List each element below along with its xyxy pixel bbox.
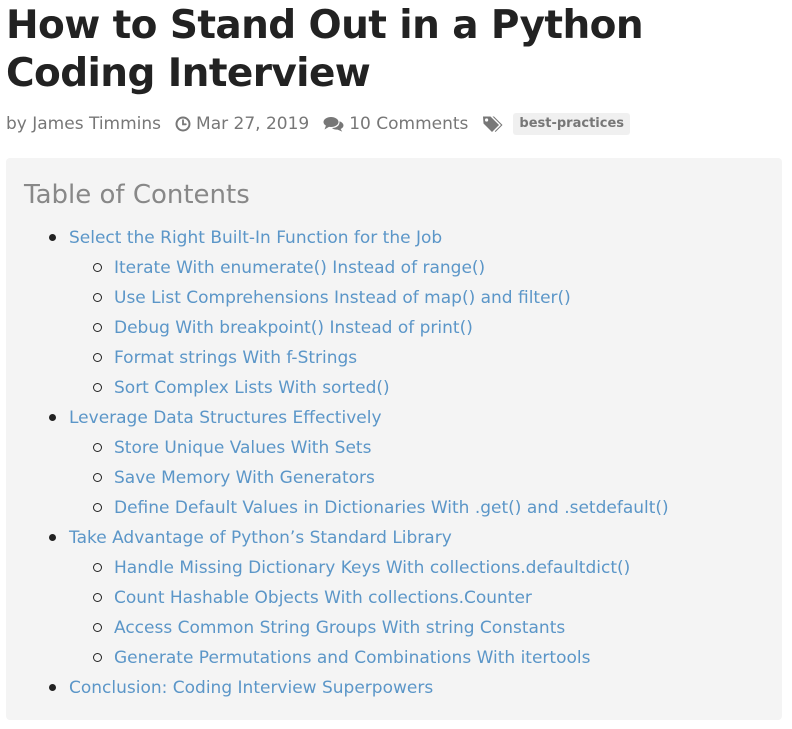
- toc-link[interactable]: Leverage Data Structures Effectively: [69, 408, 382, 428]
- toc-link[interactable]: Iterate With enumerate() Instead of rang…: [114, 258, 485, 278]
- publish-date: Mar 27, 2019: [196, 114, 310, 134]
- bullet-circle-icon: [93, 323, 102, 332]
- toc-list: Select the Right Built-In Function for t…: [6, 223, 782, 703]
- tags-icon: [482, 115, 504, 133]
- bullet-disc-icon: [49, 534, 56, 541]
- clock-icon: [175, 116, 191, 132]
- toc-link[interactable]: Format strings With f-Strings: [114, 348, 357, 368]
- tag-badge[interactable]: best-practices: [513, 113, 631, 135]
- table-of-contents: Table of Contents Select the Right Built…: [6, 158, 782, 720]
- toc-link[interactable]: Debug With breakpoint() Instead of print…: [114, 318, 473, 338]
- bullet-circle-icon: [93, 473, 102, 482]
- comments-link[interactable]: 10 Comments: [349, 114, 468, 134]
- toc-section: Leverage Data Structures Effectively: [6, 403, 782, 433]
- toc-section: Select the Right Built-In Function for t…: [6, 223, 782, 253]
- date-info: Mar 27, 2019: [175, 114, 309, 134]
- bullet-circle-icon: [93, 503, 102, 512]
- bullet-disc-icon: [49, 414, 56, 421]
- toc-link[interactable]: Sort Complex Lists With sorted(): [114, 378, 390, 398]
- toc-subsection: Sort Complex Lists With sorted(): [6, 373, 782, 403]
- toc-subsection: Iterate With enumerate() Instead of rang…: [6, 253, 782, 283]
- comments-info: 10 Comments: [323, 114, 468, 134]
- bullet-disc-icon: [49, 234, 56, 241]
- tags-info: best-practices: [482, 113, 631, 135]
- toc-link[interactable]: Count Hashable Objects With collections.…: [114, 588, 532, 608]
- toc-subsection: Debug With breakpoint() Instead of print…: [6, 313, 782, 343]
- comments-icon: [323, 116, 344, 132]
- toc-link[interactable]: Handle Missing Dictionary Keys With coll…: [114, 558, 630, 578]
- toc-link[interactable]: Take Advantage of Python’s Standard Libr…: [69, 528, 452, 548]
- toc-link[interactable]: Use List Comprehensions Instead of map()…: [114, 288, 571, 308]
- toc-subsection: Format strings With f-Strings: [6, 343, 782, 373]
- author-link[interactable]: by James Timmins: [6, 114, 161, 134]
- toc-subsection: Save Memory With Generators: [6, 463, 782, 493]
- bullet-circle-icon: [93, 563, 102, 572]
- bullet-circle-icon: [93, 293, 102, 302]
- toc-subsection: Count Hashable Objects With collections.…: [6, 583, 782, 613]
- bullet-circle-icon: [93, 593, 102, 602]
- toc-subsection: Store Unique Values With Sets: [6, 433, 782, 463]
- bullet-circle-icon: [93, 443, 102, 452]
- bullet-circle-icon: [93, 623, 102, 632]
- author-byline: by James Timmins: [6, 114, 161, 134]
- toc-subsection: Handle Missing Dictionary Keys With coll…: [6, 553, 782, 583]
- toc-link[interactable]: Select the Right Built-In Function for t…: [69, 228, 442, 248]
- toc-subsection: Define Default Values in Dictionaries Wi…: [6, 493, 782, 523]
- toc-link[interactable]: Define Default Values in Dictionaries Wi…: [114, 498, 669, 518]
- toc-section: Take Advantage of Python’s Standard Libr…: [6, 523, 782, 553]
- toc-subsection: Access Common String Groups With string …: [6, 613, 782, 643]
- bullet-circle-icon: [93, 653, 102, 662]
- page-title: How to Stand Out in a Python Coding Inte…: [6, 3, 644, 96]
- bullet-circle-icon: [93, 353, 102, 362]
- toc-subsection: Use List Comprehensions Instead of map()…: [6, 283, 782, 313]
- bullet-circle-icon: [93, 383, 102, 392]
- toc-subsection: Generate Permutations and Combinations W…: [6, 643, 782, 673]
- toc-link[interactable]: Store Unique Values With Sets: [114, 438, 371, 458]
- toc-link[interactable]: Save Memory With Generators: [114, 468, 375, 488]
- toc-link[interactable]: Generate Permutations and Combinations W…: [114, 648, 590, 668]
- toc-link[interactable]: Access Common String Groups With string …: [114, 618, 565, 638]
- article-meta: by James Timmins Mar 27, 2019 10 Comment…: [6, 110, 631, 138]
- toc-link[interactable]: Conclusion: Coding Interview Superpowers: [69, 678, 433, 698]
- bullet-circle-icon: [93, 263, 102, 272]
- toc-section: Conclusion: Coding Interview Superpowers: [6, 673, 782, 703]
- toc-heading: Table of Contents: [24, 180, 250, 210]
- bullet-disc-icon: [49, 684, 56, 691]
